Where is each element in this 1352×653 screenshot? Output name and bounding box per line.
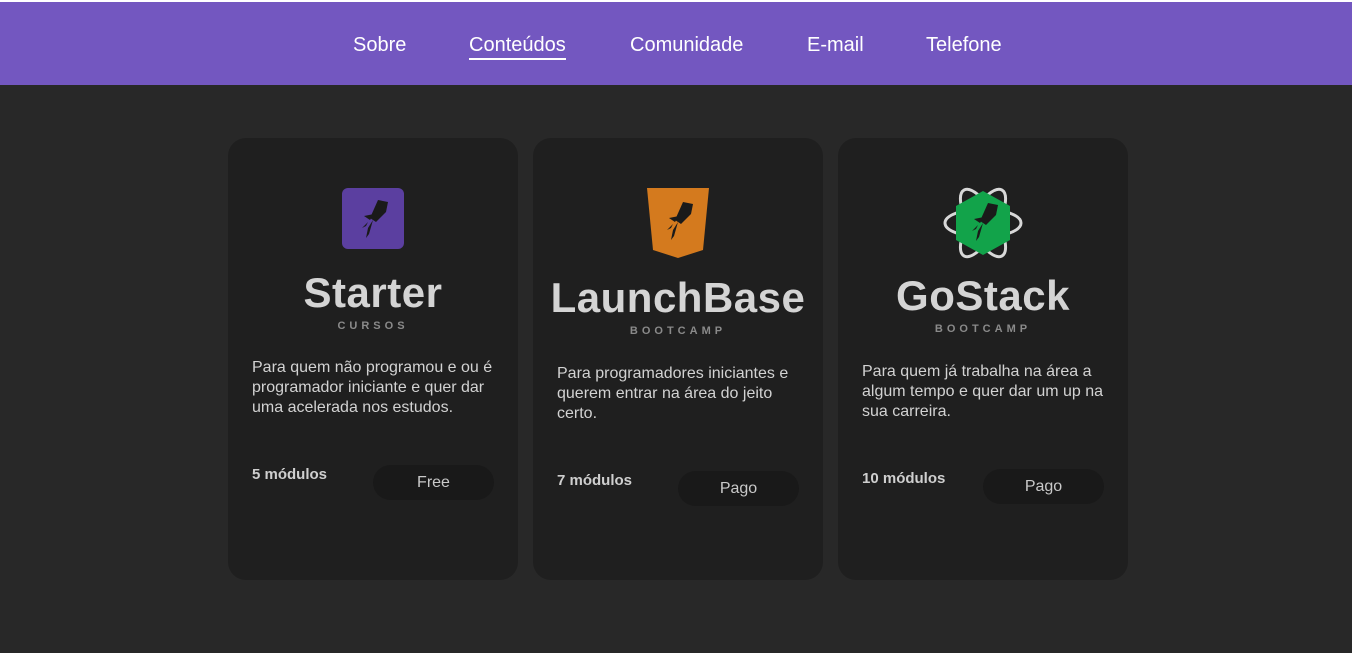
course-card-gostack[interactable]: GoStack BOOTCAMP Para quem já trabalha n… — [838, 138, 1128, 580]
nav-link-conteudos[interactable]: Conteúdos — [469, 33, 566, 60]
price-button[interactable]: Pago — [983, 469, 1104, 504]
modules-count: 7 módulos — [557, 472, 633, 489]
course-subtitle: BOOTCAMP — [934, 323, 1032, 335]
course-title: GoStack — [896, 272, 1070, 319]
course-card-launchbase[interactable]: LaunchBase BOOTCAMP Para programadores i… — [533, 138, 823, 580]
nav-link-comunidade[interactable]: Comunidade — [630, 33, 743, 57]
rocket-shield-icon — [647, 188, 709, 258]
modules-count: 10 módulos — [862, 470, 946, 487]
nav-link-sobre[interactable]: Sobre — [353, 33, 406, 57]
course-description: Para quem já trabalha na área a algum te… — [862, 363, 1104, 420]
rocket-square-icon — [342, 188, 404, 249]
modules-count: 5 módulos — [252, 466, 328, 483]
course-description: Para programadores iniciantes e querem e… — [557, 365, 789, 422]
course-title: Starter — [303, 269, 443, 316]
course-subtitle: BOOTCAMP — [629, 325, 727, 337]
nav-link-telefone[interactable]: Telefone — [926, 33, 1002, 57]
nav-link-email[interactable]: E-mail — [807, 33, 864, 57]
course-card-starter[interactable]: Starter CURSOS Para quem não programou e… — [228, 138, 518, 580]
top-navigation-bar: Sobre Conteúdos Comunidade E-mail Telefo… — [0, 0, 1352, 85]
rocket-atom-icon — [942, 187, 1024, 259]
price-button[interactable]: Pago — [678, 471, 799, 506]
course-subtitle: CURSOS — [337, 320, 409, 332]
course-title: LaunchBase — [550, 274, 806, 321]
price-button[interactable]: Free — [373, 465, 494, 500]
course-description: Para quem não programou e ou é programad… — [252, 359, 493, 416]
